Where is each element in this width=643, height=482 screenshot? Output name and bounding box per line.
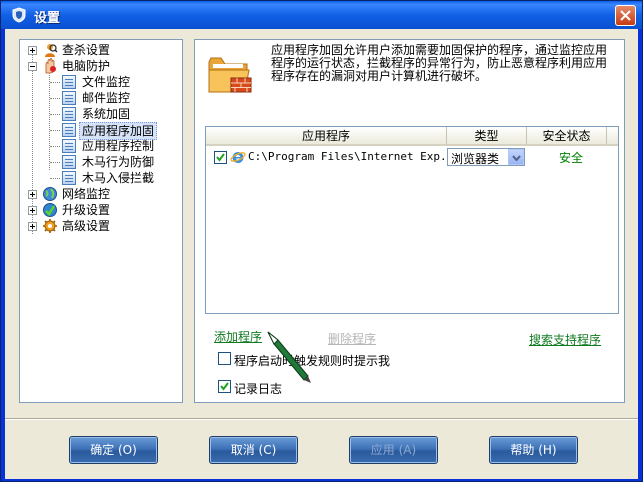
title-bar[interactable]: 设置 (1, 1, 642, 29)
cancel-button[interactable]: 取消 (C) (209, 436, 298, 464)
shield-hand-icon (45, 58, 56, 74)
expand-icon[interactable] (28, 190, 37, 199)
tree-item-upgrade-settings[interactable]: 升级设置 (26, 202, 176, 218)
window-title: 设置 (34, 11, 61, 26)
application-table[interactable]: 应用程序 类型 安全状态 C:\Program Files\Internet E… (205, 126, 619, 314)
document-icon (62, 107, 76, 121)
tree-item-mail-monitor[interactable]: 邮件监控 (50, 90, 170, 106)
globe-icon (43, 187, 57, 201)
column-header-filler (607, 127, 618, 146)
tree-item-label: 电脑防护 (62, 59, 111, 73)
tree-item-scan-settings[interactable]: 查杀设置 (26, 42, 176, 58)
tree-item-label: 高级设置 (62, 219, 111, 233)
tree-item-trojan-intrusion[interactable]: 木马入侵拦截 (50, 170, 180, 186)
tree-item-pc-protection[interactable]: 电脑防护 (26, 58, 176, 74)
tree-item-label: 网络监控 (62, 187, 111, 201)
column-header-type[interactable]: 类型 (447, 127, 527, 146)
search-supported-programs-link[interactable]: 搜索支持程序 (529, 331, 601, 348)
delete-program-link[interactable]: 删除程序 (328, 330, 376, 347)
application-path: C:\Program Files\Internet Exp... (248, 150, 460, 163)
document-icon (62, 155, 76, 169)
upgrade-globe-icon (43, 203, 57, 217)
internet-explorer-icon (230, 152, 246, 163)
table-row[interactable]: C:\Program Files\Internet Exp... 浏览器类 安全 (206, 146, 618, 168)
content-panel: 应用程序加固允许用户添加需要加固保护的程序，通过监控应用程序的运行状态，拦截程序… (194, 39, 625, 403)
dialog-client: 查杀设置 电脑防护 文件监控 邮件监控 系统加固 应用程序加固 应用程序控制 木… (5, 29, 638, 479)
row-checkbox[interactable] (214, 151, 227, 164)
security-status: 安全 (558, 151, 583, 165)
tree-item-advanced-settings[interactable]: 高级设置 (26, 218, 176, 234)
gear-icon (43, 219, 57, 233)
expand-icon[interactable] (28, 46, 37, 55)
tree-item-label: 木马行为防御 (82, 155, 155, 169)
document-icon (62, 139, 76, 153)
tree-item-network-monitor[interactable]: 网络监控 (26, 186, 176, 202)
expand-icon[interactable] (28, 222, 37, 231)
tree-item-app-control[interactable]: 应用程序控制 (50, 138, 180, 154)
separator (5, 418, 638, 420)
settings-window: 设置 查杀设置 电脑防护 文件监控 邮件监控 系统加固 应用程序加固 应用程序控… (0, 0, 643, 482)
document-icon (62, 91, 76, 105)
type-dropdown-value: 浏览器类 (451, 152, 500, 166)
prompt-on-rule-option[interactable]: 程序启动时触发规则时提示我 (218, 351, 418, 368)
tree-item-label: 邮件监控 (82, 91, 131, 105)
tree-item-label: 应用程序控制 (82, 139, 155, 153)
folder-firewall-icon (208, 57, 252, 93)
tree-item-app-hardening[interactable]: 应用程序加固 (50, 122, 180, 140)
document-icon (62, 75, 76, 89)
add-program-link[interactable]: 添加程序 (214, 328, 262, 345)
tree-item-label: 升级设置 (62, 203, 111, 217)
magnifier-user-icon (45, 44, 58, 57)
app-shield-icon (12, 7, 26, 23)
ok-button[interactable]: 确定 (O) (69, 436, 158, 464)
expand-icon[interactable] (28, 206, 37, 215)
document-icon (62, 171, 76, 185)
tree-item-label: 查杀设置 (62, 43, 111, 57)
feature-description: 应用程序加固允许用户添加需要加固保护的程序，通过监控应用程序的运行状态，拦截程序… (271, 43, 608, 83)
dropdown-arrow-button[interactable] (508, 149, 524, 165)
tree-item-label: 文件监控 (82, 75, 131, 89)
chevron-down-icon (512, 155, 521, 161)
log-checkbox[interactable] (218, 380, 231, 393)
tree-item-label: 系统加固 (82, 107, 131, 121)
settings-tree[interactable]: 查杀设置 电脑防护 文件监控 邮件监控 系统加固 应用程序加固 应用程序控制 木… (19, 39, 183, 403)
column-header-application[interactable]: 应用程序 (206, 127, 447, 146)
checkmark-icon (216, 153, 225, 162)
apply-button[interactable]: 应用 (A) (349, 436, 438, 464)
close-icon (620, 10, 631, 21)
tree-item-trojan-behavior[interactable]: 木马行为防御 (50, 154, 180, 170)
collapse-icon[interactable] (28, 62, 37, 71)
type-dropdown[interactable]: 浏览器类 (447, 148, 525, 166)
prompt-on-rule-checkbox[interactable] (218, 352, 231, 365)
column-header-status[interactable]: 安全状态 (527, 127, 607, 146)
tree-item-label: 木马入侵拦截 (82, 171, 155, 185)
close-button[interactable] (615, 5, 636, 26)
pen-cursor-icon (267, 331, 311, 383)
checkmark-icon (220, 382, 229, 391)
tree-item-system-hardening[interactable]: 系统加固 (50, 106, 170, 122)
tree-item-file-monitor[interactable]: 文件监控 (50, 74, 170, 90)
help-button[interactable]: 帮助 (H) (489, 436, 578, 464)
document-icon (62, 123, 76, 137)
